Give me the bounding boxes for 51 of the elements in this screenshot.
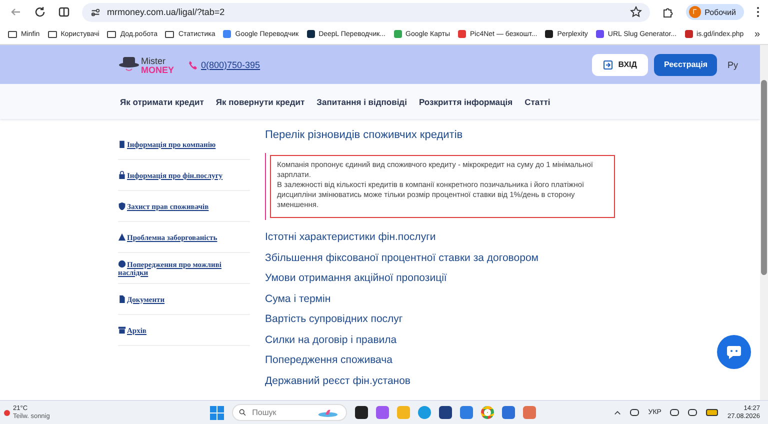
section-link[interactable]: Державний реєст фін.установ [265, 370, 615, 391]
nav-link[interactable]: Як отримати кредит [120, 96, 204, 106]
site-settings-icon[interactable] [90, 6, 101, 18]
weather-icon [4, 410, 10, 416]
register-button[interactable]: Реєстрація [654, 54, 718, 76]
taskbar-search-field[interactable]: Пошук [250, 407, 312, 418]
more-bookmarks-button[interactable]: » [754, 28, 760, 40]
section-link[interactable]: Сума і термін [265, 288, 615, 309]
folder-icon [48, 30, 57, 38]
windows-icon[interactable] [210, 406, 224, 420]
section-link[interactable]: Істотні характеристики фін.послуги [265, 227, 615, 248]
address-bar[interactable]: mrmoney.com.ua/ligal/?tab=2 [82, 2, 650, 22]
nav-link[interactable]: Як повернути кредит [216, 96, 305, 106]
nav-link[interactable]: Розкриття інформація [418, 96, 513, 106]
phone-icon [188, 60, 198, 70]
section-link[interactable]: Попередження споживача [265, 350, 615, 370]
menu-icon[interactable] [756, 6, 760, 18]
url-text: mrmoney.com.ua/ligal/?tab=2 [107, 7, 226, 17]
scrollbar-thumb[interactable] [761, 80, 767, 275]
section-link[interactable]: Збільшення фіксованої процентної ставки за договором [265, 248, 615, 268]
archive-icon [118, 326, 126, 334]
nav-link[interactable]: Статті [524, 96, 550, 106]
battery-icon[interactable] [706, 409, 718, 416]
folder-icon [107, 30, 116, 38]
section-title: Перелік різновидів споживчих кредитів [265, 129, 464, 141]
logo[interactable]: Mister MONEY [118, 54, 174, 74]
star-icon[interactable] [630, 6, 642, 18]
section-link[interactable]: Вартість супровідних послуг [265, 309, 615, 330]
search-bar[interactable]: Пошук [232, 404, 347, 421]
section-link[interactable]: Силки на договір і правила [265, 330, 615, 350]
back-icon[interactable] [10, 6, 22, 18]
chrome-icon[interactable] [481, 406, 494, 419]
folder-icon [8, 30, 17, 38]
split-view-icon[interactable] [58, 6, 70, 18]
login-button[interactable]: ВХІД [592, 54, 648, 76]
language-link[interactable]: Ру [727, 60, 738, 70]
chat-button[interactable] [717, 335, 751, 369]
shield-icon [118, 202, 126, 210]
folder-icon [165, 30, 174, 38]
extensions-icon[interactable] [662, 6, 674, 18]
phone-link[interactable]: 0(800)750-395 [201, 60, 260, 70]
nav-link[interactable]: Запитання і відповіді [316, 96, 407, 106]
warning-icon [118, 232, 126, 240]
chat-icon [726, 345, 742, 359]
reload-icon[interactable] [34, 6, 46, 18]
info-icon [118, 260, 126, 268]
chevron-icon[interactable] [614, 410, 622, 415]
section-link[interactable]: Умови отримання акційної пропозиції [265, 268, 615, 288]
search-icon [239, 408, 246, 417]
login-icon [603, 60, 614, 70]
lock-icon [118, 170, 126, 178]
